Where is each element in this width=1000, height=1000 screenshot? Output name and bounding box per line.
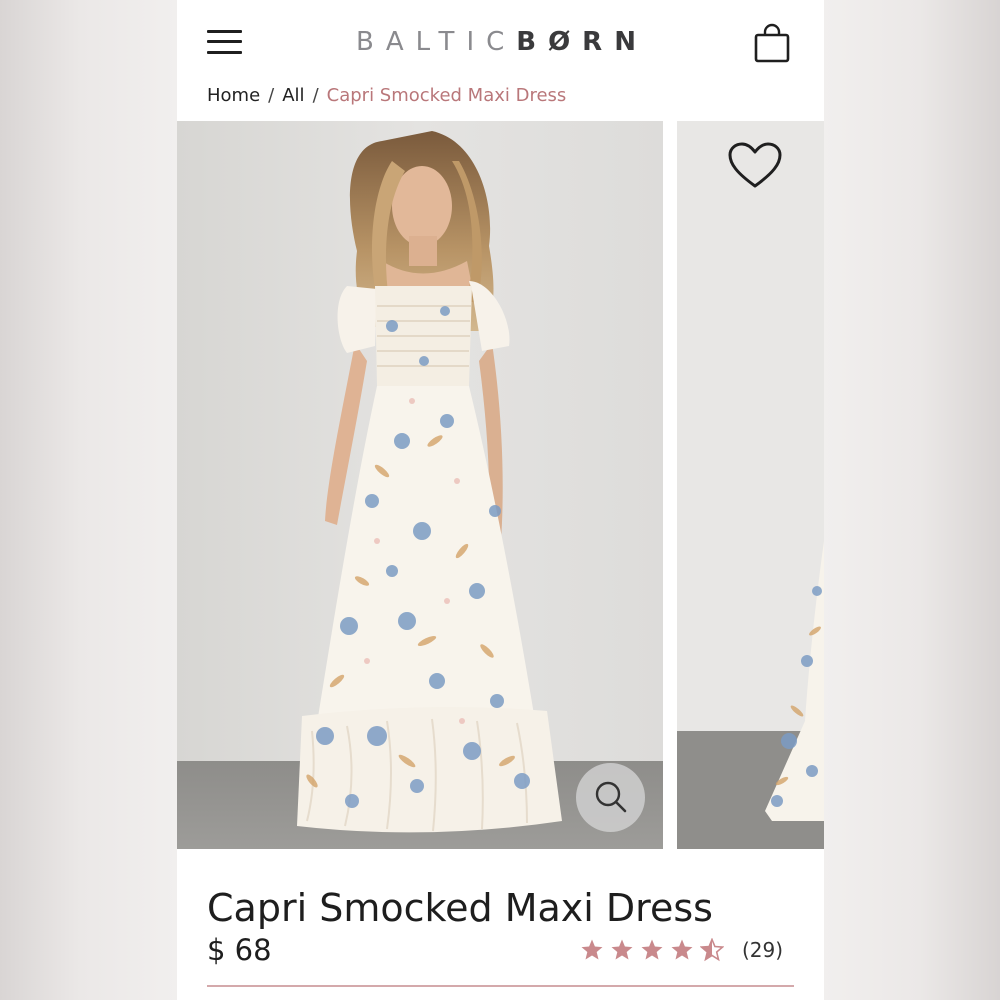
search-icon — [595, 781, 627, 813]
wishlist-button[interactable] — [727, 141, 783, 191]
breadcrumb: Home / All / Capri Smocked Maxi Dress — [207, 84, 566, 108]
star-half-icon — [700, 938, 724, 962]
hamburger-icon — [207, 30, 242, 33]
hamburger-line — [207, 40, 242, 43]
shopping-bag-icon — [754, 23, 790, 63]
star-icon — [581, 939, 603, 960]
breadcrumb-all[interactable]: All — [282, 85, 304, 106]
product-page: BALTICBØRN Home / All / Capri Smocked Maxi D… — [177, 0, 824, 1000]
product-title: Capri Smocked Maxi Dress — [207, 886, 713, 930]
star-icon — [611, 939, 633, 960]
breadcrumb-home[interactable]: Home — [207, 85, 260, 106]
product-image-main[interactable] — [177, 121, 663, 849]
product-rating[interactable]: (29) — [580, 932, 783, 968]
breadcrumb-separator: / — [312, 85, 319, 106]
product-image-next[interactable] — [677, 121, 824, 849]
product-photo-main — [177, 121, 663, 849]
zoom-button[interactable] — [576, 763, 645, 832]
brand-logo-dark: BØRN — [516, 27, 648, 57]
heart-icon — [728, 142, 782, 188]
hamburger-line — [207, 51, 242, 54]
breadcrumb-separator: / — [268, 85, 275, 106]
product-price: $ 68 — [207, 933, 272, 967]
brand-logo-light: BALTIC — [356, 27, 517, 57]
product-photo-next — [677, 121, 824, 849]
star-icon — [671, 939, 693, 960]
cart-button[interactable] — [753, 22, 791, 64]
menu-button[interactable] — [207, 28, 243, 56]
brand-logo[interactable]: BALTICBØRN — [317, 26, 687, 58]
star-icon — [641, 939, 663, 960]
review-count: (29) — [742, 938, 784, 962]
star-rating — [580, 938, 724, 962]
breadcrumb-current: Capri Smocked Maxi Dress — [326, 85, 567, 106]
divider — [207, 985, 794, 987]
